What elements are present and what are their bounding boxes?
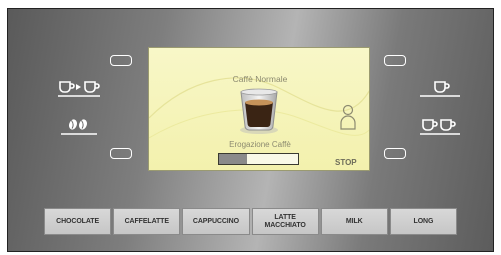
stop-button[interactable]: STOP — [335, 158, 357, 167]
display-screen: Caffè Normale Erogazione Caffè STOP — [148, 47, 370, 171]
drink-button-latte-macchiato[interactable]: LATTE MACCHIATO — [251, 208, 319, 235]
drink-button-long[interactable]: LONG — [389, 208, 458, 235]
drink-button-cappuccino[interactable]: CAPPUCCINO — [182, 208, 250, 235]
left-top-select-button[interactable] — [110, 55, 132, 66]
right-bottom-select-button[interactable] — [384, 148, 406, 159]
control-panel: Caffè Normale Erogazione Caffè STOP CHOC… — [7, 8, 494, 252]
coffee-to-coffee-icon[interactable] — [57, 79, 101, 99]
espresso-cup-icon — [235, 86, 283, 136]
screen-title: Caffè Normale — [232, 74, 288, 84]
drink-button-caffelatte[interactable]: CAFFELATTE — [113, 208, 181, 235]
drink-button-chocolate[interactable]: CHOCOLATE — [44, 208, 112, 235]
left-bottom-select-button[interactable] — [110, 148, 132, 159]
user-profile-icon[interactable] — [339, 104, 357, 130]
right-top-select-button[interactable] — [384, 55, 406, 66]
brewing-progress-bar — [218, 153, 299, 165]
double-cup-icon[interactable] — [418, 117, 462, 137]
coffee-beans-icon[interactable] — [57, 117, 101, 137]
drink-selection-bar: CHOCOLATE CAFFELATTE CAPPUCCINO LATTE MACCH… — [44, 208, 458, 235]
drink-button-milk[interactable]: MILK — [320, 208, 388, 235]
progress-label: Erogazione Caffè — [229, 140, 291, 149]
progress-fill — [219, 154, 247, 164]
single-cup-icon[interactable] — [418, 79, 462, 99]
